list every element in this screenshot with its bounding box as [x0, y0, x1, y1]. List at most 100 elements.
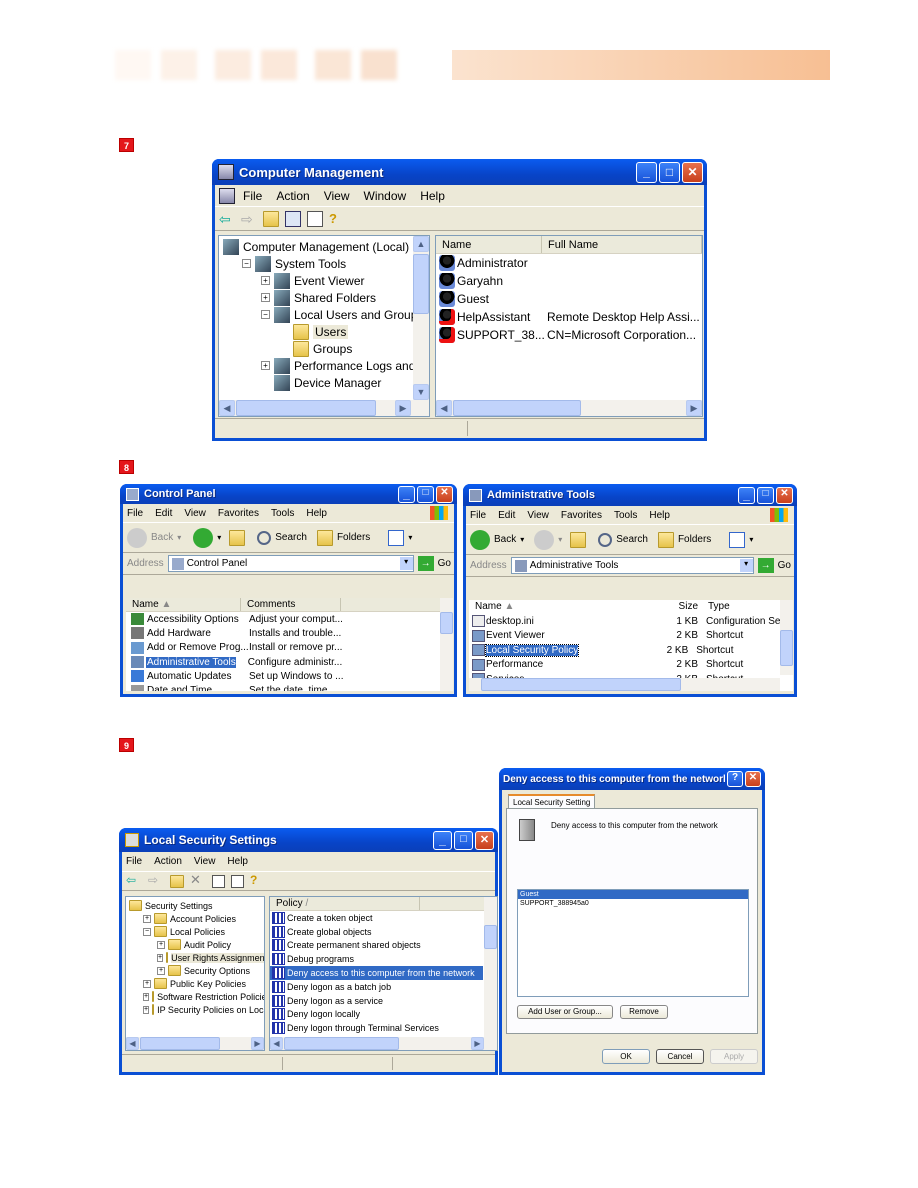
account-item[interactable]: Guest — [518, 890, 748, 899]
close-button[interactable]: ✕ — [745, 771, 761, 787]
search-icon[interactable] — [598, 532, 613, 547]
menu-file[interactable]: File — [126, 856, 142, 867]
minimize-button[interactable]: _ — [398, 485, 415, 503]
address-input[interactable]: Administrative Tools ▾ — [510, 557, 754, 574]
expand-toggle[interactable]: + — [143, 992, 150, 1001]
list-item[interactable]: Automatic Updates Set up Windows to ... — [126, 669, 453, 683]
title-bar[interactable]: Computer Management _ □ ✕ — [212, 159, 707, 185]
export-list-icon[interactable] — [307, 210, 323, 227]
list-item[interactable]: Accessibility Options Adjust your comput.… — [126, 612, 453, 626]
menu-help[interactable]: Help — [649, 510, 670, 521]
vertical-scrollbar[interactable] — [780, 600, 793, 675]
user-row[interactable]: SUPPORT_38... CN=Microsoft Corporation... — [436, 326, 702, 344]
folders-button[interactable]: Folders — [337, 532, 370, 543]
maximize-button[interactable]: □ — [659, 161, 680, 183]
column-name[interactable]: Name ▲ — [126, 598, 241, 611]
menu-edit[interactable]: Edit — [155, 508, 172, 519]
horizontal-scrollbar[interactable]: ◀ ▶ — [126, 1037, 264, 1050]
horizontal-scrollbar[interactable]: ◀ ▶ — [270, 1037, 497, 1050]
column-policy[interactable]: Policy / — [270, 897, 420, 910]
tree-item[interactable]: + User Rights Assignmen — [126, 951, 264, 964]
folders-button[interactable]: Folders — [678, 534, 711, 545]
column-name[interactable]: Name ▲ — [469, 600, 669, 614]
policy-row[interactable]: Debug programs — [270, 952, 483, 966]
help-icon[interactable]: ? — [329, 211, 345, 227]
close-button[interactable]: ✕ — [475, 830, 494, 850]
menu-action[interactable]: Action — [154, 856, 182, 867]
scroll-thumb[interactable] — [413, 254, 429, 314]
up-folder-icon[interactable] — [263, 210, 279, 227]
menu-tools[interactable]: Tools — [271, 508, 294, 519]
scroll-left-button[interactable]: ◀ — [126, 1037, 139, 1050]
views-icon[interactable] — [729, 531, 746, 548]
user-row[interactable]: Guest — [436, 290, 702, 308]
expand-toggle[interactable]: + — [143, 979, 151, 988]
policy-row[interactable]: Deny logon as a batch job — [270, 980, 483, 994]
scroll-right-button[interactable]: ▶ — [471, 1037, 484, 1050]
expand-toggle[interactable]: + — [157, 953, 164, 962]
policy-row[interactable]: Deny access to this computer from the ne… — [270, 966, 483, 980]
scroll-thumb[interactable] — [481, 678, 681, 691]
expand-toggle[interactable]: − — [242, 259, 251, 268]
menu-file[interactable]: File — [127, 508, 143, 519]
menu-view[interactable]: View — [194, 856, 216, 867]
back-icon[interactable] — [470, 529, 490, 550]
scroll-thumb[interactable] — [236, 400, 376, 416]
up-folder-icon[interactable] — [229, 529, 246, 546]
close-button[interactable]: ✕ — [776, 486, 793, 504]
list-item[interactable]: Administrative Tools Configure administr.… — [126, 655, 453, 669]
policy-row[interactable]: Deny logon as a service — [270, 994, 483, 1008]
scroll-thumb[interactable] — [780, 630, 793, 666]
account-item[interactable]: SUPPORT_388945a0 — [518, 899, 748, 908]
search-button[interactable]: Search — [275, 532, 307, 543]
back-button[interactable]: Back — [494, 534, 516, 545]
cancel-button[interactable]: Cancel — [656, 1049, 704, 1064]
minimize-button[interactable]: _ — [636, 161, 657, 183]
menu-tools[interactable]: Tools — [614, 510, 637, 521]
menu-window[interactable]: Window — [364, 189, 407, 203]
expand-toggle[interactable]: + — [261, 293, 270, 302]
expand-toggle[interactable]: + — [143, 914, 151, 923]
help-icon[interactable]: ? — [250, 873, 266, 889]
forward-icon[interactable]: ⇨ — [241, 211, 257, 227]
user-row[interactable]: Garyahn — [436, 272, 702, 290]
tree-item[interactable]: Device Manager — [219, 374, 429, 391]
list-item[interactable]: Local Security Policy 2 KB Shortcut — [469, 643, 793, 658]
horizontal-scrollbar[interactable]: ◀ ▶ — [436, 400, 702, 416]
title-bar[interactable]: Deny access to this computer from the ne… — [499, 768, 765, 790]
vertical-scrollbar[interactable] — [484, 897, 497, 1037]
go-icon[interactable]: → — [417, 556, 434, 571]
tree-item[interactable]: − System Tools — [219, 255, 429, 272]
address-dropdown[interactable]: ▾ — [739, 559, 753, 572]
search-icon[interactable] — [257, 530, 272, 545]
tree-item[interactable]: + Account Policies — [126, 912, 264, 925]
show-hide-tree-icon[interactable] — [285, 210, 301, 227]
policy-row[interactable]: Create permanent shared objects — [270, 939, 483, 953]
list-item[interactable]: Add or Remove Prog... Install or remove p… — [126, 641, 453, 655]
minimize-button[interactable]: _ — [433, 830, 452, 850]
column-name[interactable]: Name — [436, 236, 542, 253]
tree-item[interactable]: − Local Policies — [126, 925, 264, 938]
tree-item[interactable]: + Software Restriction Policie — [126, 990, 264, 1003]
maximize-button[interactable]: □ — [417, 485, 434, 503]
add-user-or-group-button[interactable]: Add User or Group... — [517, 1005, 613, 1019]
policy-row[interactable]: Create a token object — [270, 911, 483, 925]
expand-toggle[interactable]: + — [157, 966, 165, 975]
forward-icon[interactable]: ⇨ — [148, 873, 164, 889]
folders-icon[interactable] — [657, 531, 674, 548]
close-button[interactable]: ✕ — [682, 161, 703, 183]
tree-item[interactable]: Groups — [219, 340, 429, 357]
help-button[interactable]: ? — [727, 771, 743, 787]
horizontal-scrollbar[interactable] — [469, 678, 780, 691]
list-item[interactable]: Performance 2 KB Shortcut — [469, 658, 793, 673]
tree-item[interactable]: Users — [219, 323, 429, 340]
go-icon[interactable]: → — [757, 558, 774, 573]
back-icon[interactable]: ⇦ — [219, 211, 235, 227]
tree-item[interactable]: + Public Key Policies — [126, 977, 264, 990]
menu-view[interactable]: View — [184, 508, 206, 519]
menu-view[interactable]: View — [324, 189, 350, 203]
scroll-up-button[interactable]: ▲ — [413, 236, 429, 252]
tree-item[interactable]: + Audit Policy — [126, 938, 264, 951]
menu-favorites[interactable]: Favorites — [561, 510, 602, 521]
menu-edit[interactable]: Edit — [498, 510, 515, 521]
